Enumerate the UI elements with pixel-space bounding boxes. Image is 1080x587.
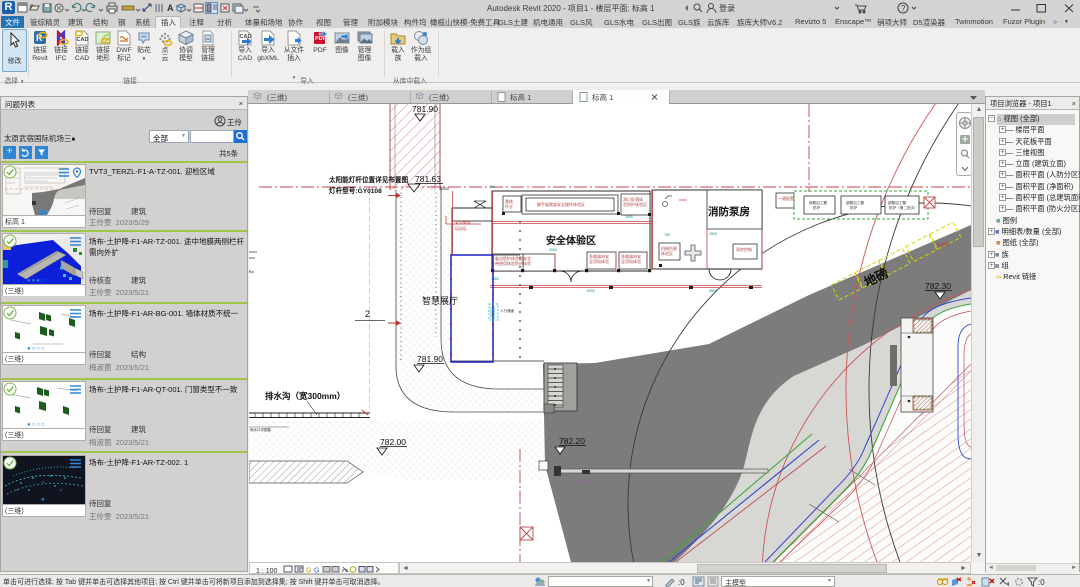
svg-text:太阳能灯杆位置详见布置图: 太阳能灯杆位置详见布置图	[329, 175, 409, 184]
svg-text:灯杆型号:GY0108: 灯杆型号:GY0108	[329, 186, 382, 195]
svg-text:作业: 作业	[505, 203, 513, 209]
svg-text:雨水口详图集: 雨水口详图集	[250, 427, 271, 432]
svg-text:排水沟（宽300mm）: 排水沟（宽300mm）	[265, 391, 345, 401]
svg-text:防护: 防护	[813, 205, 821, 210]
svg-text:(三维): (三维)	[429, 92, 449, 102]
svg-text:781.90: 781.90	[417, 354, 443, 364]
svg-text:标高 1: 标高 1	[592, 92, 613, 102]
svg-text:1500: 1500	[440, 186, 450, 191]
svg-text:智慧展厅: 智慧展厅	[422, 295, 458, 306]
svg-text:3000: 3000	[549, 248, 557, 252]
svg-text:782.30: 782.30	[925, 281, 951, 291]
svg-text:钢筋加工棚: 钢筋加工棚	[846, 200, 864, 205]
svg-text:钢筋加工棚: 钢筋加工棚	[888, 200, 906, 205]
svg-text:CAD: CAD	[77, 37, 89, 43]
svg-text:A: A	[167, 3, 174, 13]
svg-text:验防护体验区: 验防护体验区	[623, 201, 647, 207]
svg-text:全用电体验: 全用电体验	[589, 258, 609, 264]
svg-text:1500: 1500	[491, 277, 499, 281]
svg-text:781.90: 781.90	[412, 104, 438, 114]
svg-text:750: 750	[664, 233, 670, 237]
svg-text:6000: 6000	[587, 289, 595, 293]
svg-text:脚手架爬架安全操作体验区: 脚手架爬架安全操作体验区	[537, 201, 585, 207]
svg-text:防护（第二批次）: 防护（第二批次）	[889, 205, 918, 210]
svg-text:CAD: CAD	[240, 34, 252, 40]
svg-text:2: 2	[365, 309, 370, 319]
svg-text:782.00: 782.00	[380, 437, 406, 447]
svg-text:人行通道: 人行通道	[500, 308, 514, 313]
svg-text:2500: 2500	[709, 232, 717, 236]
svg-text:750: 750	[489, 185, 495, 189]
svg-text:标高 1: 标高 1	[510, 92, 531, 102]
svg-text:(三维): (三维)	[267, 92, 287, 102]
svg-text:消防泵房: 消防泵房	[708, 205, 750, 218]
svg-text:4500: 4500	[709, 289, 717, 293]
svg-text:安全教育: 安全教育	[455, 219, 471, 225]
svg-text:(三维): (三维)	[348, 92, 368, 102]
svg-text:油漆桶: 油漆桶	[936, 241, 948, 247]
svg-text:登录: 登录	[719, 3, 735, 13]
svg-text:带使用体验防护体验: 带使用体验防护体验	[495, 260, 531, 266]
svg-text::0: :0	[678, 578, 685, 587]
svg-text::0: :0	[1038, 578, 1045, 587]
svg-text:1500: 1500	[625, 215, 633, 219]
svg-text:安全体验区: 安全体验区	[546, 234, 596, 247]
svg-text:全用电体验: 全用电体验	[621, 258, 641, 264]
svg-text:一键报警: 一键报警	[778, 195, 794, 201]
svg-text:培训区: 培训区	[455, 225, 467, 231]
svg-text:PDF: PDF	[315, 36, 327, 42]
svg-text:782.20: 782.20	[559, 436, 585, 446]
svg-text:防护: 防护	[850, 205, 858, 210]
svg-text:781.63: 781.63	[415, 174, 441, 184]
svg-text:体验区: 体验区	[661, 250, 673, 256]
svg-text:泵房控制: 泵房控制	[736, 246, 752, 252]
svg-text:?: ?	[901, 4, 906, 13]
svg-text:钢筋加工棚: 钢筋加工棚	[809, 200, 827, 205]
